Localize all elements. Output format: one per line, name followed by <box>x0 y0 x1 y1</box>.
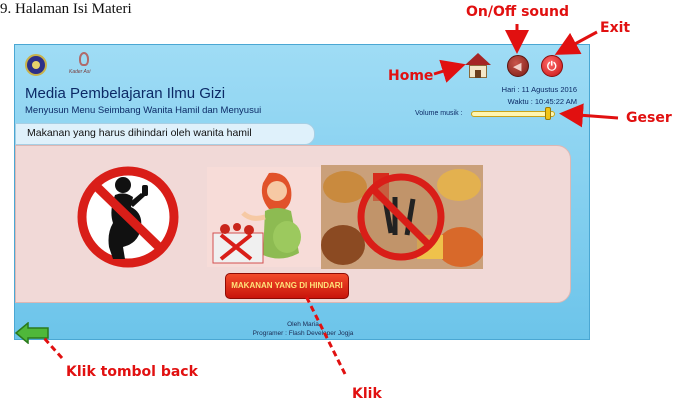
credits-programmer: Programer : Flash Developer Jogja <box>252 330 354 337</box>
app-window: Kader Asi Media Pembelajaran Ilmu Gizi M… <box>14 44 590 340</box>
home-button[interactable] <box>465 53 491 79</box>
volume-label: Volume musik : <box>415 110 463 117</box>
back-arrow-icon <box>14 321 49 345</box>
back-button[interactable] <box>14 321 52 345</box>
callout-click: Klik <box>352 386 382 402</box>
callout-exit: Exit <box>600 20 631 36</box>
callout-home: Home <box>388 68 434 84</box>
kader-asi-symbol-icon <box>79 52 89 66</box>
callout-back: Klik tombol back <box>66 364 198 380</box>
university-logo <box>25 54 47 76</box>
power-icon: ⏻ <box>547 59 557 73</box>
volume-slider-handle[interactable] <box>545 107 552 120</box>
app-title: Media Pembelajaran Ilmu Gizi <box>25 85 226 102</box>
sound-toggle-button[interactable]: ◀ <box>507 55 529 77</box>
app-subtitle: Menyusun Menu Seimbang Wanita Hamil dan … <box>25 105 262 116</box>
document-caption: 9. Halaman Isi Materi <box>0 1 132 17</box>
credits-author: Oleh Maria <box>287 321 319 328</box>
time-display: Waktu : 10:45:22 AM <box>507 97 577 106</box>
no-junk-food-image <box>321 165 483 269</box>
kader-asi-logo: Kader Asi <box>69 52 101 80</box>
home-icon <box>465 53 491 65</box>
callout-sound: On/Off sound <box>466 4 570 20</box>
callout-slider: Geser <box>626 110 672 126</box>
foods-to-avoid-button[interactable]: MAKANAN YANG DI HINDARI <box>225 273 349 299</box>
no-alcohol-image <box>63 163 193 271</box>
section-heading: Makanan yang harus dihindari oleh wanita… <box>27 127 252 139</box>
date-display: Hari : 11 Agustus 2016 <box>501 85 577 94</box>
exit-button[interactable]: ⏻ <box>541 55 563 77</box>
pregnant-woman-refusing-food-image <box>207 167 323 267</box>
speaker-icon: ◀ <box>513 61 522 73</box>
kader-asi-logo-text: Kader Asi <box>69 69 91 75</box>
volume-slider[interactable] <box>471 111 555 117</box>
